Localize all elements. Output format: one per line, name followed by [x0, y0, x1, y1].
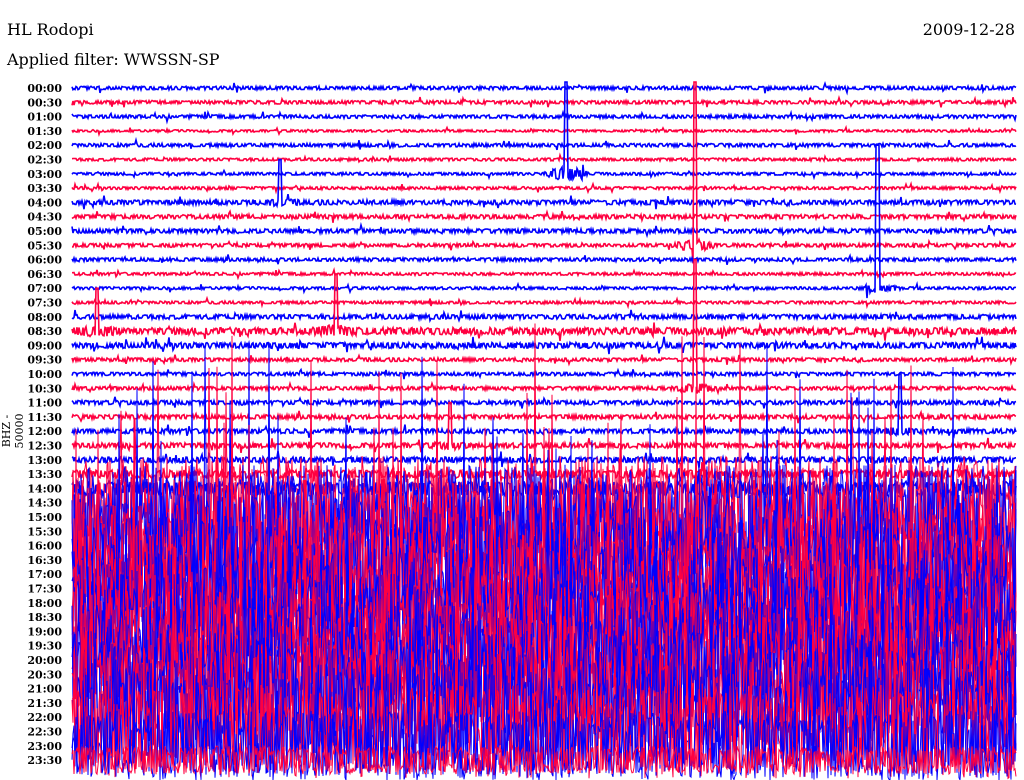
- trace-row-0800: [71, 309, 1017, 324]
- trace-row-1000: [71, 367, 1016, 380]
- row-time-label: 17:30: [27, 583, 62, 596]
- row-time-label: 14:00: [27, 482, 62, 495]
- trace-row-0500: [71, 221, 1017, 239]
- helicorder-plot: 00:0000:30 01:0001:3002:00 02:3003:0003:30…: [27, 81, 1017, 780]
- trace-row-0930: [71, 353, 1017, 367]
- row-time-label: 01:00: [27, 111, 62, 124]
- trace-row-0400: [71, 158, 1017, 210]
- row-time-label: 15:30: [27, 525, 62, 538]
- row-time-label: 23:30: [27, 754, 62, 767]
- row-time-label: 06:00: [27, 254, 62, 267]
- row-time-label: 00:30: [27, 96, 62, 109]
- row-time-label: 20:00: [27, 654, 62, 667]
- row-time-label: 07:00: [27, 282, 62, 295]
- row-time-label: 06:30: [27, 268, 62, 281]
- row-time-label: 13:30: [27, 468, 62, 481]
- row-time-label: 16:00: [27, 540, 62, 553]
- row-time-label: 11:00: [27, 397, 62, 410]
- row-time-label: 11:30: [27, 411, 62, 424]
- row-time-label: 14:30: [27, 497, 62, 510]
- row-time-label: 04:30: [27, 211, 62, 224]
- row-time-label: 22:30: [27, 726, 62, 739]
- row-time-label: 12:00: [27, 425, 62, 438]
- row-time-label: 20:30: [27, 668, 62, 681]
- trace-row-0430: [71, 209, 1017, 224]
- row-time-label: 02:00: [27, 139, 62, 152]
- row-time-label: 21:30: [27, 697, 62, 710]
- row-time-label: 22:00: [27, 711, 62, 724]
- row-time-label: 13:00: [27, 454, 62, 467]
- trace-row-0130: [71, 124, 1017, 138]
- row-time-label: 19:00: [27, 625, 62, 638]
- row-time-label: 09:30: [27, 354, 62, 367]
- row-time-label: 17:00: [27, 568, 62, 581]
- row-time-label: 12:30: [27, 440, 62, 453]
- row-time-label: 05:30: [27, 239, 62, 252]
- row-time-label: 16:30: [27, 554, 62, 567]
- trace-row-0230: [71, 152, 1017, 164]
- row-time-label: 18:30: [27, 611, 62, 624]
- trace-row-0030: [71, 94, 1017, 109]
- row-time-label: 15:00: [27, 511, 62, 524]
- row-time-label: 03:30: [27, 182, 62, 195]
- trace-row-0730: [71, 295, 1017, 310]
- row-time-label: 21:00: [27, 683, 62, 696]
- row-time-label: 08:30: [27, 325, 62, 338]
- row-time-label: 01:30: [27, 125, 62, 138]
- row-time-label: 23:00: [27, 740, 62, 753]
- row-time-label: 07:30: [27, 297, 62, 310]
- row-time-label: 04:00: [27, 196, 62, 209]
- trace-row-0330: [71, 181, 1017, 195]
- row-time-label: 03:00: [27, 168, 62, 181]
- row-time-label: 10:00: [27, 368, 62, 381]
- row-time-label: 10:30: [27, 382, 62, 395]
- trace-row-0100: [71, 109, 1017, 125]
- row-time-label: 00:00: [27, 82, 62, 95]
- trace-row-0000: [71, 81, 1017, 96]
- row-time-label: 08:00: [27, 311, 62, 324]
- row-time-label: 05:00: [27, 225, 62, 238]
- row-time-label: 19:30: [27, 640, 62, 653]
- row-time-label: 09:00: [27, 339, 62, 352]
- row-time-label: 18:00: [27, 597, 62, 610]
- row-time-label: 02:30: [27, 154, 62, 167]
- trace-row-0200: [71, 136, 1017, 151]
- trace-row-0900: [71, 336, 1017, 355]
